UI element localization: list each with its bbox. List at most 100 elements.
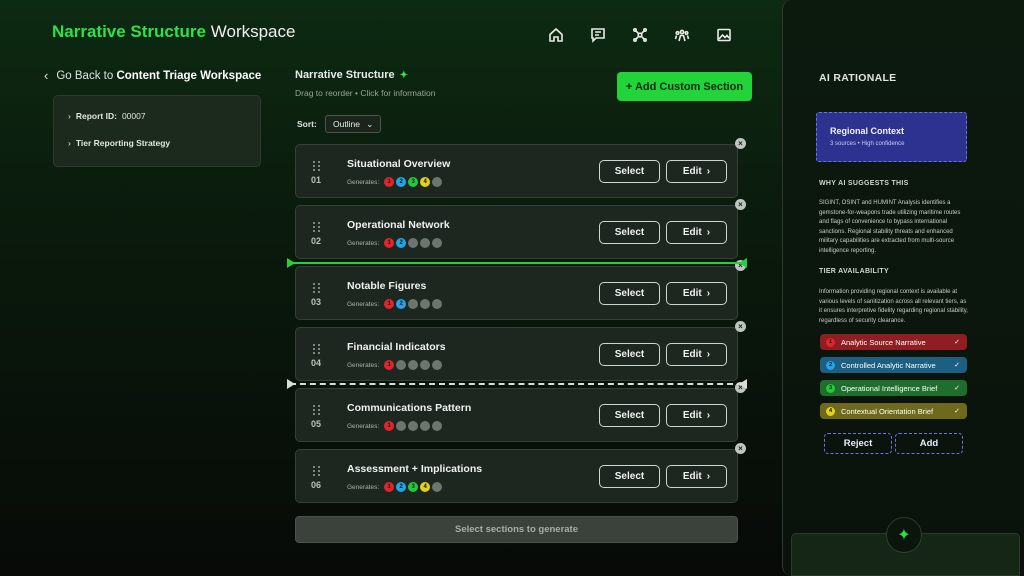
ai-assistant-button[interactable]: ✦ bbox=[886, 517, 922, 553]
tier-dot bbox=[432, 238, 443, 248]
check-icon: ✓ bbox=[954, 339, 960, 346]
generate-sections-button[interactable]: Select sections to generate bbox=[295, 516, 738, 543]
drag-handle-icon[interactable] bbox=[313, 161, 321, 171]
section-card[interactable]: 06 Assessment + Implications Generates: 1 2 3… bbox=[295, 443, 746, 503]
section-title: Operational Network bbox=[347, 219, 450, 231]
tier-dot: 2 bbox=[396, 238, 407, 248]
tier-dot: 1 bbox=[384, 482, 395, 492]
tier-dot: 2 bbox=[396, 482, 407, 492]
tier-dot: 1 bbox=[384, 177, 395, 187]
section-number: 01 bbox=[311, 175, 322, 185]
report-id-label: Report ID: bbox=[75, 111, 117, 121]
drop-indicator-right-arrow bbox=[739, 258, 747, 268]
chevron-right-icon: › bbox=[706, 288, 711, 299]
section-number: 04 bbox=[311, 358, 322, 368]
tier-pill[interactable]: 2 Controlled Analytic Narrative ✓ bbox=[820, 357, 967, 373]
select-button[interactable]: Select bbox=[599, 221, 660, 244]
drag-handle-icon[interactable] bbox=[313, 466, 321, 476]
report-id-row[interactable]: › Report ID: 00007 bbox=[68, 111, 246, 121]
section-card[interactable]: 01 Situational Overview Generates: 1 2 3 4 Sele… bbox=[295, 138, 746, 198]
tier-number-badge: 4 bbox=[826, 406, 835, 416]
people-icon[interactable] bbox=[671, 24, 693, 46]
tier-pill[interactable]: 4 Contextual Orientation Brief ✓ bbox=[820, 403, 967, 419]
select-button[interactable]: Select bbox=[599, 404, 660, 427]
rationale-title: AI RATIONALE bbox=[819, 72, 897, 84]
tier-heading: TIER AVAILABILITY bbox=[819, 268, 889, 275]
strategy-row[interactable]: › Tier Reporting Strategy bbox=[68, 138, 246, 148]
tier-dot bbox=[432, 421, 443, 431]
section-title: Situational Overview bbox=[347, 158, 451, 170]
section-card[interactable]: 04 Financial Indicators Generates: 1 Select E… bbox=[295, 321, 746, 381]
edit-button[interactable]: Edit › bbox=[666, 343, 727, 366]
generates-row: Generates: 1 2 bbox=[347, 299, 443, 309]
tier-dot bbox=[408, 360, 419, 370]
tier-dot bbox=[396, 360, 407, 370]
generates-row: Generates: 1 2 bbox=[347, 238, 443, 248]
edit-button[interactable]: Edit › bbox=[666, 282, 727, 305]
add-button[interactable]: Add bbox=[895, 433, 963, 454]
network-icon[interactable] bbox=[629, 24, 651, 46]
chat-icon[interactable] bbox=[587, 24, 609, 46]
back-link[interactable]: ‹ Go Back to Content Triage Workspace bbox=[44, 68, 261, 83]
sort-label: Sort: bbox=[297, 119, 317, 129]
tier-dot: 1 bbox=[384, 421, 395, 431]
tier-dot bbox=[420, 299, 431, 309]
back-target: Content Triage Workspace bbox=[116, 69, 262, 82]
sort-select[interactable]: Outline ⌄ bbox=[325, 115, 381, 133]
chevron-right-icon: › bbox=[706, 227, 711, 238]
drag-handle-icon[interactable] bbox=[313, 283, 321, 293]
app-title-accent: Narrative Structure bbox=[52, 22, 207, 41]
edit-button[interactable]: Edit › bbox=[666, 160, 727, 183]
section-card[interactable]: 05 Communications Pattern Generates: 1 Selec… bbox=[295, 382, 746, 442]
generates-label: Generates: bbox=[347, 361, 380, 369]
remove-section-icon[interactable]: × bbox=[735, 199, 746, 210]
tier-pill[interactable]: 1 Analytic Source Narrative ✓ bbox=[820, 334, 967, 350]
select-button[interactable]: Select bbox=[599, 282, 660, 305]
select-button[interactable]: Select bbox=[599, 465, 660, 488]
tier-dot: 2 bbox=[396, 177, 407, 187]
context-subtitle: 3 sources • High confidence bbox=[830, 141, 905, 147]
generates-label: Generates: bbox=[347, 422, 380, 430]
drop-indicator-active bbox=[290, 262, 743, 264]
remove-section-icon[interactable]: × bbox=[735, 443, 746, 454]
back-prefix: Go Back to bbox=[56, 69, 114, 82]
tier-label: Contextual Orientation Brief bbox=[841, 406, 934, 416]
remove-section-icon[interactable]: × bbox=[735, 138, 746, 149]
sort-value: Outline bbox=[333, 119, 360, 129]
generates-label: Generates: bbox=[347, 300, 380, 308]
tier-dot bbox=[432, 360, 443, 370]
reject-button[interactable]: Reject bbox=[824, 433, 892, 454]
ai-rationale-panel: AI RATIONALE Regional Context 3 sources … bbox=[782, 0, 1024, 576]
edit-button[interactable]: Edit › bbox=[666, 404, 727, 427]
tier-dot: 2 bbox=[396, 299, 407, 309]
tier-pill[interactable]: 3 Operational Intelligence Brief ✓ bbox=[820, 380, 967, 396]
remove-section-icon[interactable]: × bbox=[735, 321, 746, 332]
home-icon[interactable] bbox=[545, 24, 567, 46]
tier-dot: 1 bbox=[384, 238, 395, 248]
tier-dot bbox=[408, 238, 419, 248]
drag-handle-icon[interactable] bbox=[313, 405, 321, 415]
edit-label: Edit bbox=[682, 288, 702, 299]
chevron-right-icon: › bbox=[706, 410, 711, 421]
tier-dot bbox=[432, 299, 443, 309]
image-icon[interactable] bbox=[713, 24, 735, 46]
why-heading: WHY AI SUGGESTS THIS bbox=[819, 180, 909, 187]
tier-dot bbox=[396, 421, 407, 431]
section-number: 03 bbox=[311, 297, 322, 307]
section-title: Assessment + Implications bbox=[347, 463, 483, 475]
regional-context-card[interactable]: Regional Context 3 sources • High confid… bbox=[816, 112, 967, 162]
select-button[interactable]: Select bbox=[599, 160, 660, 183]
section-card[interactable]: 03 Notable Figures Generates: 1 2 Select Edit ›… bbox=[295, 260, 746, 320]
drag-handle-icon[interactable] bbox=[313, 344, 321, 354]
drag-handle-icon[interactable] bbox=[313, 222, 321, 232]
edit-button[interactable]: Edit › bbox=[666, 465, 727, 488]
edit-button[interactable]: Edit › bbox=[666, 221, 727, 244]
edit-label: Edit bbox=[682, 471, 702, 482]
tier-number-badge: 2 bbox=[826, 360, 835, 370]
drop-placeholder-left-arrow bbox=[287, 379, 295, 389]
edit-label: Edit bbox=[682, 166, 702, 177]
select-button[interactable]: Select bbox=[599, 343, 660, 366]
section-card[interactable]: 02 Operational Network Generates: 1 2 Select E… bbox=[295, 199, 746, 259]
add-custom-section-button[interactable]: + Add Custom Section bbox=[617, 72, 752, 101]
structure-title-text: Narrative Structure bbox=[295, 69, 395, 81]
